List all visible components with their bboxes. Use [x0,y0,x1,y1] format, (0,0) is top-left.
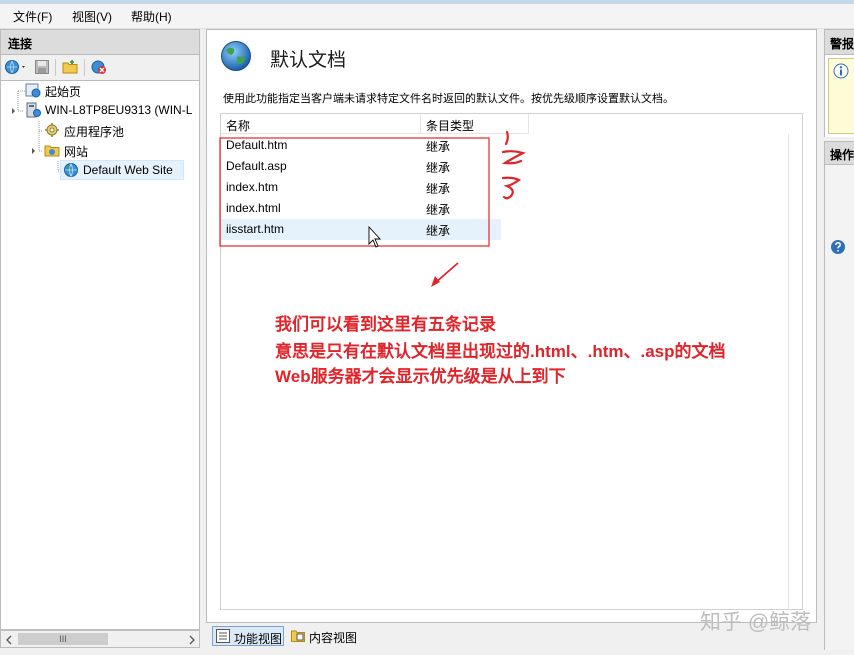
scroll-left-arrow-icon[interactable] [4,634,14,645]
help-icon[interactable] [830,239,846,255]
menu-help[interactable]: 帮助(H) [131,8,172,25]
default-document-globe-icon [221,41,251,71]
sites-folder-icon [44,145,60,157]
menu-file[interactable]: 文件(F) [13,8,52,25]
app-pool-icon [45,123,59,137]
page-title: 默认文档 [270,50,347,71]
list-item[interactable]: Default.asp 继承 [221,156,501,177]
page-description: 使用此功能指定当客户端未请求特定文件名时返回的默认文件。按优先级顺序设置默认文档… [223,93,674,105]
alerts-header: 警报 [824,29,854,55]
column-header-name[interactable]: 名称 [221,114,421,134]
save-icon[interactable] [34,59,50,75]
alerts-panel [824,55,854,137]
connections-horizontal-scrollbar[interactable]: III [0,630,200,648]
disconnect-icon[interactable] [91,59,107,75]
connections-toolbar [0,55,200,80]
start-page-icon [25,83,41,98]
connections-header: 连接 [0,29,200,55]
scroll-thumb[interactable]: III [18,633,108,645]
actions-panel [824,165,854,650]
server-icon [26,102,41,118]
annotation-line-2: 意思是只有在默认文档里出现过的.html、.htm、.asp的文档 [275,342,726,361]
list-item[interactable]: iisstart.htm 继承 [221,219,501,240]
content-view-button[interactable]: 内容视图 [288,626,360,646]
menu-view[interactable]: 视图(V) [72,8,112,25]
list-item[interactable]: Default.htm 继承 [221,135,501,156]
info-icon [833,63,849,79]
globe-icon [64,163,78,177]
annotation-line-3: Web服务器才会显示优先级是从上到下 [275,367,566,386]
toolbar-separator [55,59,56,76]
list-item[interactable]: index.htm 继承 [221,177,501,198]
tree-item-default-web-site[interactable]: Default Web Site [60,160,184,180]
content-view-icon [291,630,305,642]
connections-tree: 起始页 WIN-L8TP8EU9313 (WIN-L 应用程序池 网站 Defa… [0,80,200,630]
toolbar-separator [84,59,85,76]
list-scroll-track [788,134,789,609]
scroll-right-arrow-icon[interactable] [187,634,197,645]
add-folder-icon[interactable] [62,59,78,75]
menu-bar: 文件(F) 视图(V) 帮助(H) [0,4,854,29]
annotation-line-1: 我们可以看到这里有五条记录 [275,315,496,334]
connections-title: 连接 [8,37,33,51]
connect-globe-dropdown-icon[interactable] [4,59,28,75]
watermark: 知乎 @鲸落 [700,611,812,634]
list-item[interactable]: index.html 继承 [221,198,501,219]
actions-header: 操作 [824,141,854,165]
features-view-button[interactable]: 功能视图 [212,626,284,646]
features-view-icon [216,629,230,643]
column-header-entry-type[interactable]: 条目类型 [421,114,529,134]
